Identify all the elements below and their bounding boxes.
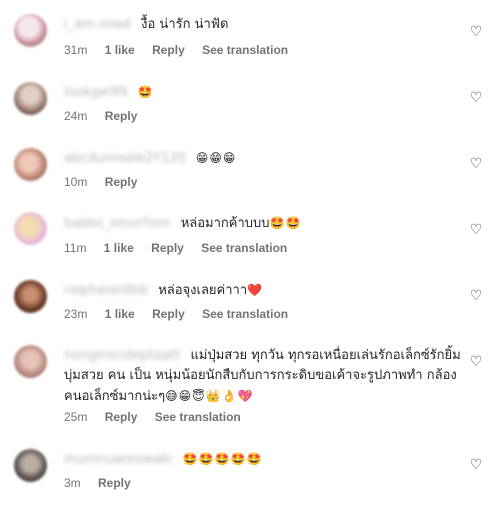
timestamp: 11m [64,241,87,255]
comment-meta: 25m Reply See translation [64,410,255,424]
username-link[interactable]: lookgei99 [64,82,127,103]
comment-emoji: 😅😁😇👑👌💖 [165,389,254,403]
reply-button[interactable]: Reply [152,43,185,57]
like-count[interactable]: 1 like [104,241,134,255]
username-link[interactable]: nongmsndeptqatt [64,346,180,366]
comment-emoji: ❤️ [247,283,264,297]
comment-body: babbs_smurfson หล่อมากค้าบบบ🤩🤩 [64,213,463,234]
avatar[interactable] [14,345,47,378]
heart-outline-icon[interactable]: ♡ [469,458,483,472]
like-count[interactable]: 1 like [105,307,135,321]
heart-outline-icon[interactable]: ♡ [469,157,483,171]
heart-outline-icon[interactable]: ♡ [469,25,483,39]
reply-button[interactable]: Reply [152,307,185,321]
timestamp: 31m [64,43,88,57]
comment-text: 🤩🤩🤩🤩🤩 [182,452,263,466]
username-link[interactable]: ralphaski0bb [64,280,148,301]
comment-emoji: 🤩🤩 [269,216,302,230]
heart-outline-icon[interactable]: ♡ [469,355,483,369]
heart-outline-icon[interactable]: ♡ [469,91,483,105]
see-translation-button[interactable]: See translation [155,410,241,424]
avatar[interactable] [14,148,47,181]
timestamp: 3m [64,476,81,490]
avatar[interactable] [14,212,47,245]
username-link[interactable]: babbs_smurfson [64,213,171,234]
comment-text: หล่อจุงเลยค่าาา [158,283,248,298]
see-translation-button[interactable]: See translation [202,307,288,321]
comment-body: i_am.ooad งื้อ น่ารัก น่าฟัด [64,14,463,35]
comment-body: mumnuareowaki 🤩🤩🤩🤩🤩 [64,449,463,470]
reply-button[interactable]: Reply [151,241,184,255]
comment-meta: 31m 1 like Reply See translation [64,43,302,57]
comment-body: lookgei99 🤩 [64,82,463,103]
avatar[interactable] [14,14,47,47]
avatar[interactable] [14,82,47,115]
comment-meta: 10m Reply [64,175,151,189]
comment-text: 🤩 [137,85,154,99]
comment-meta: 24m Reply [64,109,151,123]
comment-body: nongmsndeptqatt แม่ปุ่มสวย ทุกวัน ทุกรอเ… [64,346,463,407]
heart-outline-icon[interactable]: ♡ [469,289,483,303]
comment-meta: 23m 1 like Reply See translation [64,307,302,321]
reply-button[interactable]: Reply [105,175,138,189]
reply-button[interactable]: Reply [105,109,138,123]
timestamp: 23m [64,307,88,321]
timestamp: 25m [64,410,88,424]
comment-body: abcdunreale2Y120 😁😁😁 [64,148,463,169]
username-link[interactable]: i_am.ooad [64,14,131,35]
see-translation-button[interactable]: See translation [202,43,288,57]
comment-text: 😁😁😁 [195,151,237,165]
username-link[interactable]: mumnuareowaki [64,449,173,470]
comment-meta: 11m 1 like Reply See translation [64,241,301,255]
comment-text: หล่อมากค้าบบบ [180,216,270,231]
comment-text: งื้อ น่ารัก น่าฟัด [141,17,229,32]
reply-button[interactable]: Reply [105,410,138,424]
username-link[interactable]: abcdunreale2Y120 [64,148,186,169]
timestamp: 10m [64,175,88,189]
comment-body: ralphaski0bb หล่อจุงเลยค่าาา❤️ [64,280,463,301]
avatar[interactable] [14,449,47,482]
see-translation-button[interactable]: See translation [201,241,287,255]
heart-outline-icon[interactable]: ♡ [469,223,483,237]
avatar[interactable] [14,280,47,313]
timestamp: 24m [64,109,88,123]
reply-button[interactable]: Reply [98,476,131,490]
like-count[interactable]: 1 like [105,43,135,57]
comment-meta: 3m Reply [64,476,145,490]
